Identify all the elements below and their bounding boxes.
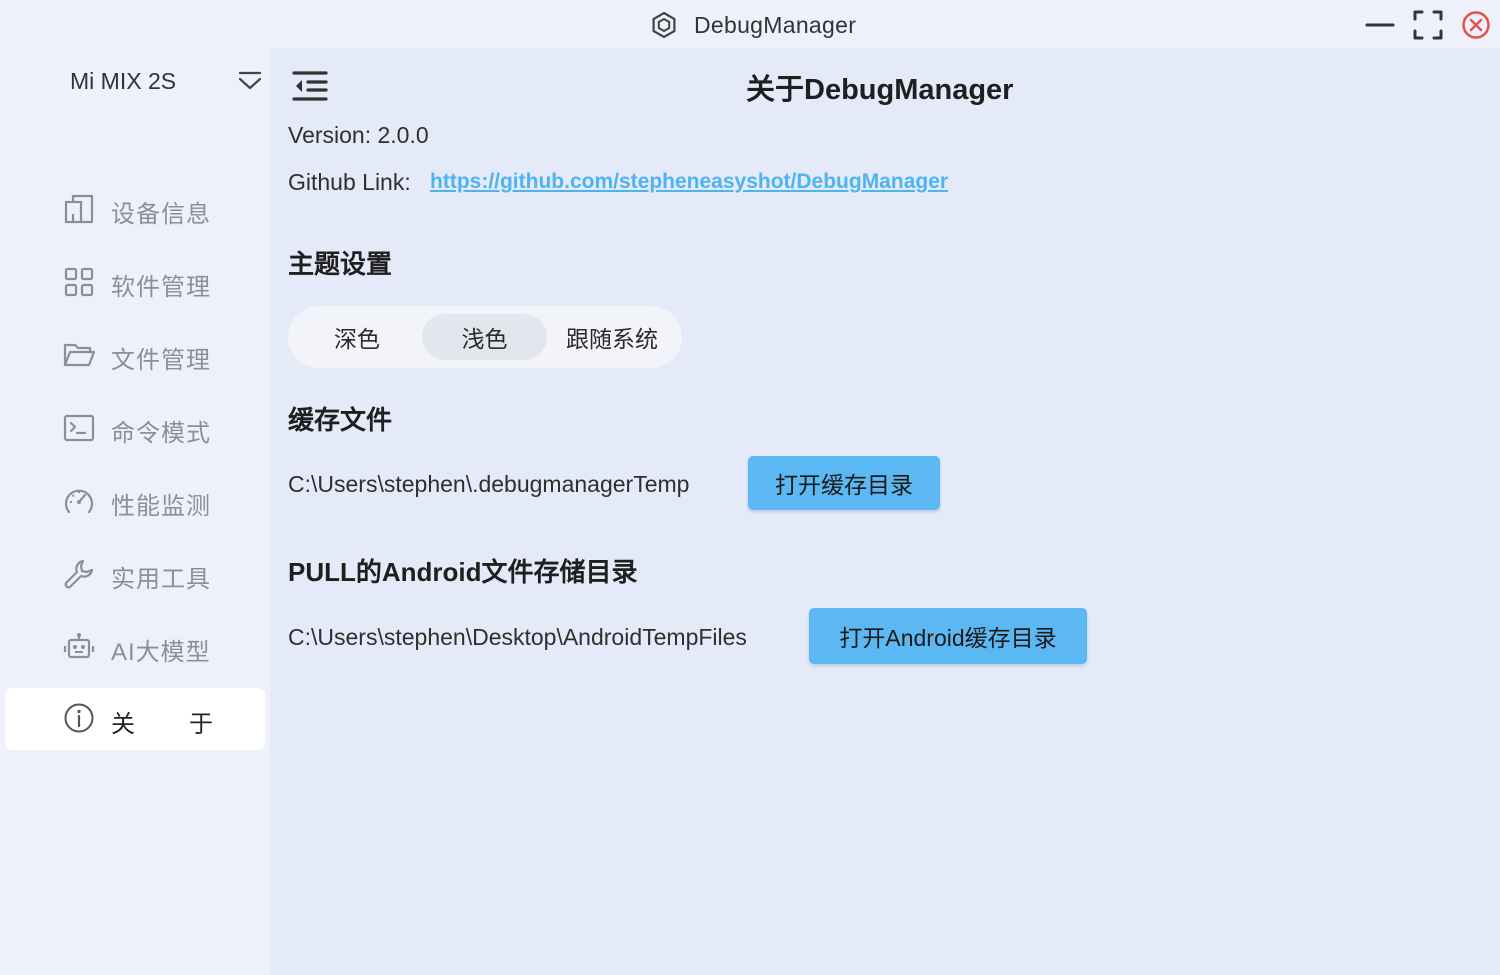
sidebar-item-label: 实用工具: [111, 566, 211, 593]
sidebar-item-label: 性能监测: [111, 493, 211, 520]
chevron-down-icon: [238, 71, 262, 90]
device-dropdown-button[interactable]: [236, 68, 264, 96]
sidebar: Mi MIX 2S 设备信息 软件管理 文件管理 命令模式 性能监测 实用工具 …: [0, 48, 270, 975]
collapse-menu-button[interactable]: [292, 68, 328, 104]
sidebar-item-label: 命令模式: [111, 420, 211, 447]
sidebar-item-label: 设备信息: [111, 201, 211, 228]
folder-icon: [63, 343, 95, 367]
close-button[interactable]: [1459, 8, 1493, 42]
page-title: 关于DebugManager: [746, 74, 1014, 106]
open-cache-dir-button[interactable]: 打开缓存目录: [748, 456, 940, 510]
cache-path: C:\Users\stephen\.debugmanagerTemp: [288, 471, 690, 497]
pull-storage-heading: PULL的Android文件存储目录: [288, 557, 638, 587]
device-selector: Mi MIX 2S: [0, 48, 270, 118]
sidebar-item-label: 文件管理: [111, 347, 211, 374]
minimize-icon: [1365, 23, 1395, 27]
sidebar-item-files[interactable]: 文件管理: [5, 324, 265, 386]
sidebar-item-label: AI大模型: [111, 639, 211, 666]
sidebar-item-command[interactable]: 命令模式: [5, 397, 265, 459]
github-link[interactable]: https://github.com/stepheneasyshot/Debug…: [430, 170, 948, 194]
wrench-icon: [64, 559, 94, 589]
about-label-part2: 于: [189, 711, 213, 738]
android-temp-path: C:\Users\stephen\Desktop\AndroidTempFile…: [288, 624, 747, 650]
about-label-part1: 关: [111, 711, 135, 738]
theme-option-system[interactable]: 跟随系统: [550, 314, 674, 360]
gauge-icon: [64, 489, 94, 514]
maximize-icon: [1413, 10, 1443, 40]
window-title-group: DebugManager: [650, 10, 856, 40]
window-title: DebugManager: [694, 11, 857, 38]
sidebar-item-device-info[interactable]: 设备信息: [5, 178, 265, 240]
theme-option-light[interactable]: 浅色: [422, 314, 547, 360]
sidebar-item-about[interactable]: 关于: [5, 688, 265, 750]
info-icon: [64, 703, 94, 733]
main-panel: 关于DebugManager Version: 2.0.0 Github Lin…: [270, 48, 1500, 975]
open-android-cache-dir-button[interactable]: 打开Android缓存目录: [809, 608, 1087, 664]
sidebar-item-ai-model[interactable]: AI大模型: [5, 616, 265, 678]
hexagon-logo-icon: [652, 11, 676, 39]
close-icon: [1462, 11, 1490, 39]
github-label: Github Link:: [288, 169, 411, 195]
robot-icon: [63, 633, 95, 659]
terminal-icon: [63, 414, 95, 442]
theme-settings-heading: 主题设置: [288, 249, 393, 279]
sidebar-item-performance[interactable]: 性能监测: [5, 470, 265, 532]
sidebar-item-label: 软件管理: [111, 274, 211, 301]
device-name: Mi MIX 2S: [70, 68, 177, 94]
minimize-button[interactable]: [1363, 8, 1397, 42]
apps-grid-icon: [64, 267, 94, 297]
device-info-icon: [64, 194, 94, 224]
sidebar-item-tools[interactable]: 实用工具: [5, 543, 265, 605]
maximize-button[interactable]: [1411, 8, 1445, 42]
title-bar: DebugManager: [0, 0, 1500, 48]
theme-segmented-control: 深色 浅色 跟随系统: [288, 306, 682, 368]
sidebar-item-label: 关于: [111, 704, 213, 739]
theme-option-dark[interactable]: 深色: [295, 314, 419, 360]
collapse-menu-icon: [292, 71, 328, 101]
version-text: Version: 2.0.0: [288, 122, 429, 148]
cache-files-heading: 缓存文件: [288, 405, 393, 435]
sidebar-item-software[interactable]: 软件管理: [5, 251, 265, 313]
